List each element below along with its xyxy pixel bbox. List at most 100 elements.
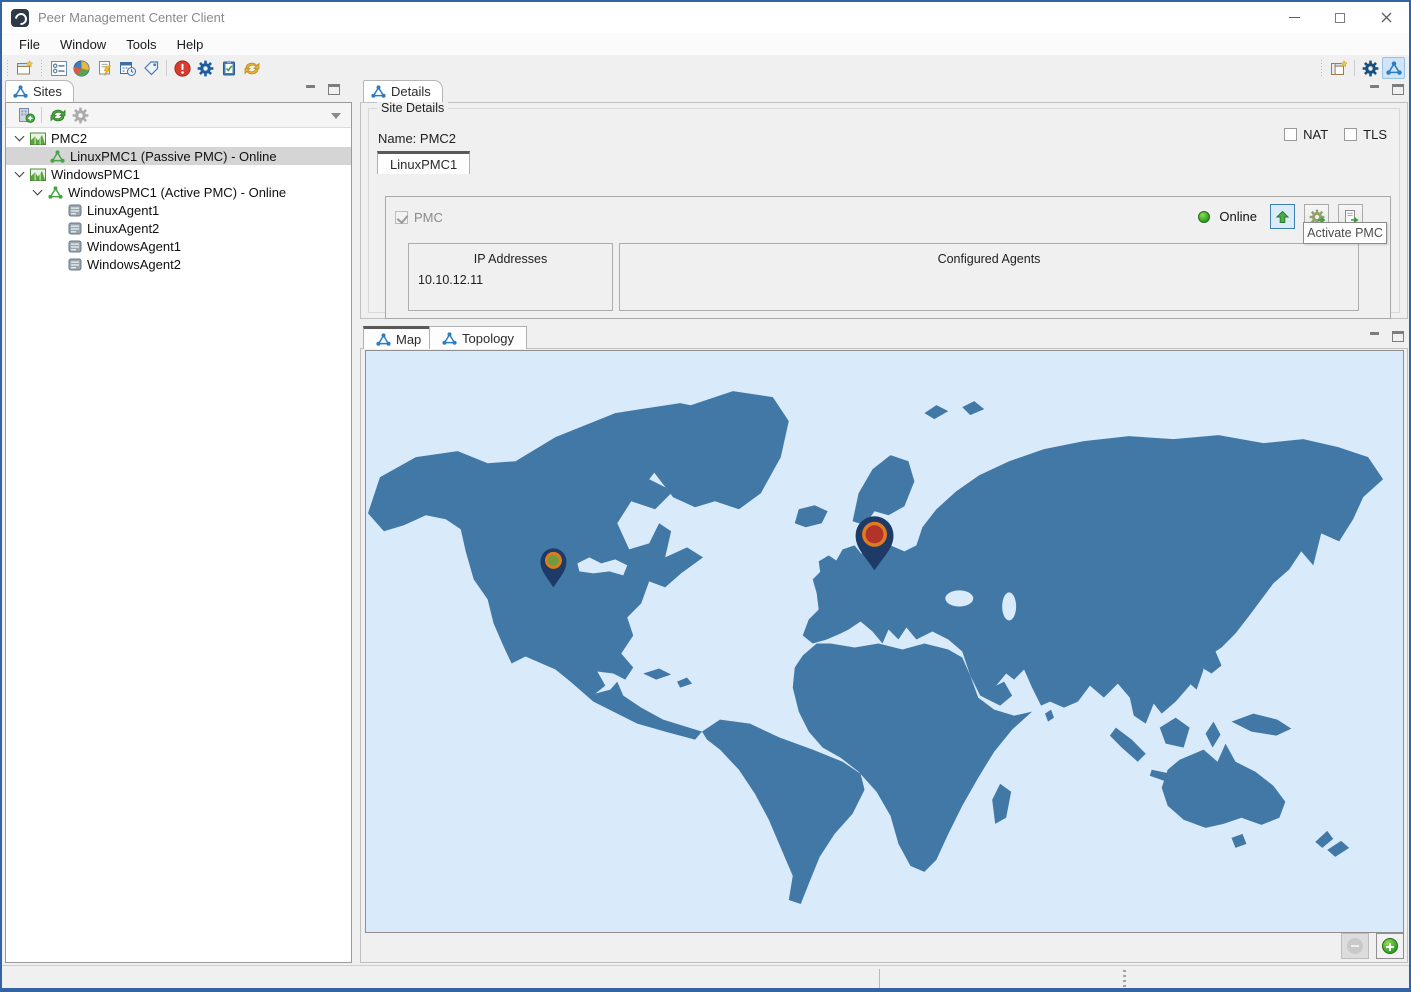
close-button[interactable] bbox=[1363, 2, 1409, 33]
maximize-button[interactable] bbox=[1317, 2, 1363, 33]
activate-pmc-tooltip: Activate PMC bbox=[1303, 222, 1387, 244]
run-report-button[interactable] bbox=[93, 57, 116, 79]
menubar: File Window Tools Help bbox=[2, 33, 1409, 55]
pmc-checkbox-row: PMC bbox=[395, 210, 443, 225]
view-menu-icon[interactable] bbox=[331, 113, 341, 119]
ip-address-value: 10.10.12.11 bbox=[418, 273, 484, 287]
pmc-perspective-button[interactable] bbox=[1382, 57, 1405, 79]
tree-item[interactable]: WindowsAgent2 bbox=[6, 255, 351, 273]
agent-icon bbox=[68, 204, 82, 217]
tab-sites-label: Sites bbox=[33, 84, 62, 99]
tab-topology-label: Topology bbox=[462, 330, 515, 346]
sites-settings-button[interactable] bbox=[69, 104, 92, 126]
tree-item[interactable]: LinuxAgent2 bbox=[6, 219, 351, 237]
analytics-button[interactable] bbox=[70, 57, 93, 79]
nat-checkbox-row: NAT bbox=[1284, 127, 1328, 142]
online-status-icon bbox=[1198, 210, 1211, 223]
minimize-button[interactable] bbox=[1271, 2, 1317, 33]
network-triangle-icon bbox=[371, 85, 386, 98]
tree-item[interactable]: PMC2 bbox=[6, 129, 351, 147]
tls-checkbox[interactable] bbox=[1344, 128, 1358, 141]
alert-icon bbox=[174, 59, 191, 77]
tree-item[interactable]: WindowsAgent1 bbox=[6, 237, 351, 255]
tab-details[interactable]: Details bbox=[363, 80, 443, 102]
statusbar-separator bbox=[879, 969, 880, 988]
schedule-button[interactable] bbox=[116, 57, 139, 79]
gear-icon bbox=[1362, 60, 1379, 76]
pmc-checkbox[interactable] bbox=[395, 211, 408, 224]
world-map[interactable] bbox=[365, 350, 1404, 933]
sync-button[interactable] bbox=[240, 57, 263, 79]
map-minimize-icon[interactable] bbox=[1369, 331, 1382, 342]
window-title: Peer Management Center Client bbox=[38, 10, 225, 25]
alerts-button[interactable] bbox=[171, 57, 194, 79]
gear-icon bbox=[197, 60, 214, 76]
details-minimize-icon[interactable] bbox=[1369, 84, 1382, 95]
tree-item[interactable]: LinuxPMC1 (Passive PMC) - Online bbox=[6, 147, 351, 165]
views-button[interactable] bbox=[47, 57, 70, 79]
expand-chevron-icon[interactable] bbox=[14, 167, 25, 177]
open-perspective-button[interactable] bbox=[1327, 57, 1350, 79]
nat-checkbox[interactable] bbox=[1284, 128, 1298, 141]
tags-button[interactable] bbox=[139, 57, 162, 79]
sites-maximize-icon[interactable] bbox=[328, 84, 340, 95]
expand-chevron-icon[interactable] bbox=[32, 185, 43, 195]
network-triangle-icon bbox=[13, 85, 28, 98]
refresh-sites-button[interactable] bbox=[46, 104, 69, 126]
zoom-in-button[interactable] bbox=[1376, 933, 1404, 959]
nat-label: NAT bbox=[1303, 127, 1329, 142]
tab-linuxpmc1-label: LinuxPMC1 bbox=[390, 156, 458, 172]
schedule-icon bbox=[120, 62, 136, 76]
pmc-icon bbox=[48, 185, 63, 199]
tab-topology[interactable]: Topology bbox=[429, 326, 528, 349]
menu-help[interactable]: Help bbox=[168, 35, 213, 54]
tree-item-label: LinuxAgent2 bbox=[87, 220, 160, 236]
up-arrow-icon bbox=[1276, 210, 1289, 223]
tab-sites[interactable]: Sites bbox=[5, 80, 74, 102]
preferences-button[interactable] bbox=[194, 57, 217, 79]
toolbar-grip bbox=[5, 60, 10, 76]
site-name: Name: PMC2 bbox=[378, 131, 457, 146]
close-icon bbox=[1381, 12, 1391, 23]
menu-tools[interactable]: Tools bbox=[117, 35, 165, 54]
tree-item[interactable]: LinuxAgent1 bbox=[6, 201, 351, 219]
pmc-content-box: PMC Online IP Addresses 10.10.12.11 Conf… bbox=[385, 196, 1391, 319]
preferences-button-right[interactable] bbox=[1359, 57, 1382, 79]
sites-tree: PMC2 LinuxPMC1 (Passive PMC) - Online Wind… bbox=[6, 129, 351, 962]
toolbar-separator bbox=[1354, 60, 1355, 76]
tree-item-label: WindowsPMC1 (Active PMC) - Online bbox=[68, 184, 287, 200]
tag-icon bbox=[143, 61, 158, 76]
statusbar-grip[interactable] bbox=[1123, 970, 1126, 987]
pmc-label: PMC bbox=[414, 210, 443, 225]
map-maximize-icon[interactable] bbox=[1392, 331, 1404, 342]
configured-agents-title: Configured Agents bbox=[937, 252, 1041, 266]
sites-minimize-icon[interactable] bbox=[305, 84, 318, 95]
site-details-group: Site Details Name: PMC2 NAT TLS LinuxPMC… bbox=[368, 101, 1400, 319]
tab-map[interactable]: Map bbox=[363, 326, 435, 349]
zoom-out-icon bbox=[1347, 938, 1363, 954]
new-window-button[interactable] bbox=[13, 57, 36, 79]
details-maximize-icon[interactable] bbox=[1392, 84, 1404, 95]
report-lightning-icon bbox=[98, 61, 111, 76]
open-perspective-icon bbox=[1330, 60, 1348, 75]
network-triangle-icon bbox=[442, 331, 457, 345]
gear-icon bbox=[72, 107, 89, 123]
expand-chevron-icon[interactable] bbox=[14, 131, 25, 141]
views-icon bbox=[50, 60, 67, 76]
analytics-pie-icon bbox=[73, 60, 90, 76]
world-map-svg bbox=[366, 351, 1403, 932]
titlebar: Peer Management Center Client bbox=[2, 2, 1409, 33]
toolbar-grip bbox=[1319, 60, 1324, 76]
tab-linuxpmc1[interactable]: LinuxPMC1 bbox=[377, 151, 471, 174]
site-icon bbox=[30, 132, 46, 145]
menu-file[interactable]: File bbox=[10, 35, 49, 54]
add-site-button[interactable] bbox=[14, 104, 37, 126]
menu-window[interactable]: Window bbox=[51, 35, 115, 54]
activate-pmc-button[interactable] bbox=[1270, 204, 1295, 229]
tree-item[interactable]: WindowsPMC1 bbox=[6, 165, 351, 183]
tree-item[interactable]: WindowsPMC1 (Active PMC) - Online bbox=[6, 183, 351, 201]
tab-map-label: Map bbox=[396, 331, 422, 347]
network-triangle-icon bbox=[376, 332, 391, 346]
zoom-in-icon bbox=[1382, 938, 1398, 954]
tasks-button[interactable] bbox=[217, 57, 240, 79]
